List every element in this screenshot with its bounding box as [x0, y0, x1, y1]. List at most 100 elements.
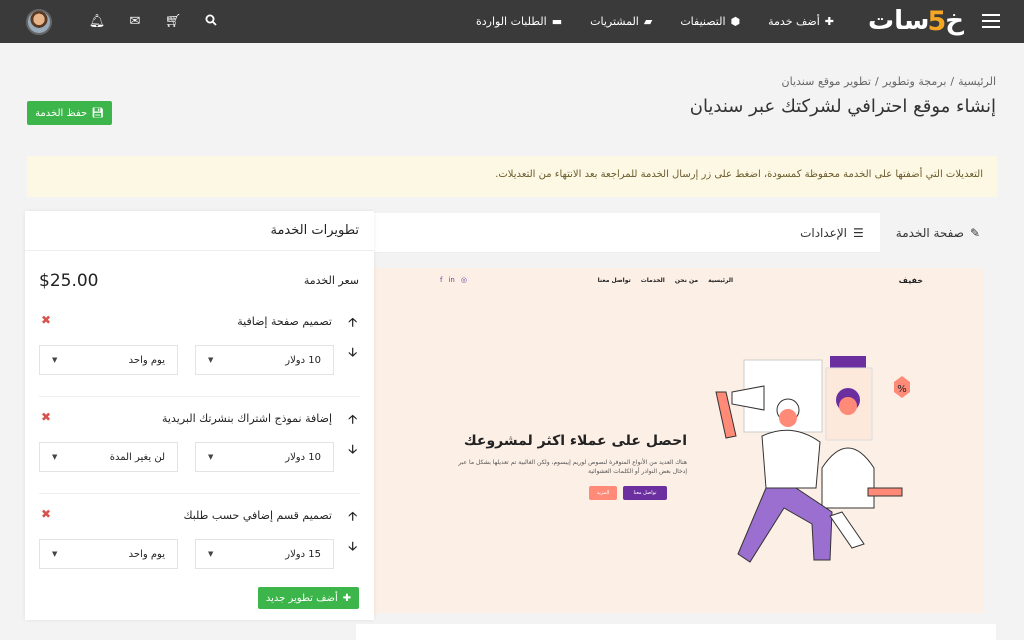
envelope-icon[interactable]: ✉ — [116, 14, 154, 29]
preview-subtext: هناك العديد من الأنواع المتوفرة لنصوص لو… — [458, 459, 687, 475]
tab-service-page[interactable]: ✎ صفحة الخدمة — [879, 213, 996, 253]
select-value: لن يغير المدة — [109, 451, 165, 463]
service-upgrades-panel: تطويرات الخدمة سعر الخدمة $25.00 🡡 🡣 تصم… — [25, 211, 374, 620]
preview-contact-button: تواصل معنا — [623, 486, 667, 500]
upgrade-duration-select[interactable]: لن يغير المدة ▼ — [39, 442, 178, 472]
preview-linkedin-icon: in — [448, 276, 455, 284]
preview-menu: الرئيسية من نحن الخدمات تواصل معنا — [598, 277, 733, 284]
move-up-icon[interactable]: 🡡 — [348, 507, 357, 528]
draft-notice: التعديلات التي أضفتها على الخدمة محفوظة … — [27, 156, 997, 197]
floppy-disk-icon: 💾︎ — [91, 107, 104, 119]
cart-icon[interactable]: 🛒︎ — [154, 14, 192, 29]
preview-menu-item: الرئيسية — [708, 277, 733, 284]
move-down-icon[interactable]: 🡣 — [348, 440, 357, 461]
preview-menu-item: الخدمات — [640, 277, 665, 284]
save-button-label: حفظ الخدمة — [35, 107, 88, 119]
caret-down-icon: ▼ — [52, 550, 58, 558]
preview-facebook-icon: f — [440, 276, 443, 284]
edit-icon: ✎ — [969, 226, 980, 240]
svg-text:%: % — [897, 384, 907, 395]
divider — [39, 493, 360, 494]
upgrade-duration-select[interactable]: يوم واحد ▼ — [39, 539, 178, 569]
nav-label: الطلبات الواردة — [475, 15, 547, 28]
service-price-row: سعر الخدمة $25.00 — [39, 271, 359, 291]
nav-label: أضف خدمة — [768, 15, 820, 28]
upgrade-duration-select[interactable]: يوم واحد ▼ — [39, 345, 178, 375]
breadcrumb-sep: / — [950, 75, 955, 88]
select-value: 10 دولار — [285, 451, 321, 463]
breadcrumb-category[interactable]: برمجة وتطوير — [883, 75, 947, 88]
breadcrumb: الرئيسية / برمجة وتطوير / تطوير موقع سند… — [782, 75, 996, 88]
folder-open-icon: ▰ — [643, 15, 653, 28]
service-preview-image: خفيف الرئيسية من نحن الخدمات تواصل معنا … — [374, 268, 983, 613]
move-down-icon[interactable]: 🡣 — [348, 537, 357, 558]
upgrade-item: 🡡 🡣 تصميم صفحة إضافية ✖ 10 دولار ▼ يوم وا… — [39, 313, 360, 403]
tab-settings[interactable]: ☰ الإعدادات — [784, 213, 880, 253]
upgrade-price-select[interactable]: 15 دولار ▼ — [195, 539, 334, 569]
preview-more-button: المزيد — [589, 486, 617, 500]
breadcrumb-sep: / — [874, 75, 879, 88]
service-tabs: ✎ صفحة الخدمة ☰ الإعدادات — [356, 213, 996, 253]
preview-headline: احصل على عملاء اكثر لمشروعك — [463, 433, 687, 449]
select-value: يوم واحد — [128, 548, 165, 560]
breadcrumb-home[interactable]: الرئيسية — [958, 75, 996, 88]
preview-social: f in ◎ — [440, 276, 467, 284]
tab-label: الإعدادات — [800, 226, 848, 240]
nav-label: المشتريات — [590, 15, 639, 28]
add-upgrade-label: أضف تطوير جديد — [265, 592, 338, 604]
truck-icon: ▬ — [551, 15, 563, 28]
caret-down-icon: ▼ — [52, 356, 58, 364]
add-upgrade-button[interactable]: ✚ أضف تطوير جديد — [258, 587, 359, 609]
divider — [39, 396, 360, 397]
nav-add-service[interactable]: ✚ أضف خدمة — [768, 15, 834, 28]
main-nav: ✚ أضف خدمة ⬢ التصنيفات ▰ المشتريات ▬ الطلبات… — [476, 0, 834, 43]
breadcrumb-current: تطوير موقع سنديان — [781, 75, 871, 88]
content-bottom — [356, 624, 996, 640]
upgrade-item: 🡡 🡣 تصميم قسم إضافي حسب طلبك ✖ 15 دولار ▼… — [39, 493, 360, 597]
menu-hamburger-icon[interactable] — [982, 14, 1000, 28]
user-tools: 🔔︎ ✉ 🛒︎ — [26, 0, 230, 43]
plus-icon: ✚ — [824, 15, 834, 28]
avatar[interactable] — [26, 8, 52, 35]
select-value: 10 دولار — [285, 354, 321, 366]
nav-incoming-orders[interactable]: ▬ الطلبات الواردة — [476, 15, 562, 28]
remove-icon[interactable]: ✖ — [41, 410, 51, 424]
remove-icon[interactable]: ✖ — [41, 507, 51, 521]
price-value: $25.00 — [39, 271, 99, 291]
move-down-icon[interactable]: 🡣 — [348, 343, 357, 364]
preview-menu-item: تواصل معنا — [597, 277, 631, 284]
select-value: يوم واحد — [128, 354, 165, 366]
nav-categories[interactable]: ⬢ التصنيفات — [680, 15, 740, 28]
preview-illustration: % — [715, 356, 910, 563]
caret-down-icon: ▼ — [208, 550, 214, 558]
remove-icon[interactable]: ✖ — [41, 313, 51, 327]
upgrade-title: إضافة نموذج اشتراك بنشرتك البريدية — [162, 412, 332, 425]
plus-icon: ✚ — [342, 592, 352, 604]
upgrade-price-select[interactable]: 10 دولار ▼ — [195, 442, 334, 472]
caret-down-icon: ▼ — [208, 453, 214, 461]
caret-down-icon: ▼ — [208, 356, 214, 364]
select-value: 15 دولار — [285, 548, 321, 560]
upgrade-item: 🡡 🡣 إضافة نموذج اشتراك بنشرتك البريدية ✖… — [39, 396, 360, 500]
save-service-button[interactable]: 💾︎ حفظ الخدمة — [27, 101, 112, 125]
upgrade-price-select[interactable]: 10 دولار ▼ — [195, 345, 334, 375]
move-up-icon[interactable]: 🡡 — [348, 410, 357, 431]
upgrade-title: تصميم قسم إضافي حسب طلبك — [183, 509, 332, 522]
bell-icon[interactable]: 🔔︎ — [78, 14, 116, 29]
nav-purchases[interactable]: ▰ المشتريات — [590, 15, 652, 28]
move-up-icon[interactable]: 🡡 — [348, 313, 357, 334]
sliders-icon: ☰ — [853, 226, 864, 240]
tab-label: صفحة الخدمة — [895, 226, 964, 240]
nav-label: التصنيفات — [680, 15, 726, 28]
upgrade-title: تصميم صفحة إضافية — [237, 315, 332, 328]
price-label: سعر الخدمة — [303, 274, 359, 287]
search-icon[interactable] — [192, 14, 230, 30]
top-navbar: خ 5 سات ✚ أضف خدمة ⬢ التصنيفات ▰ المشتريات ▬ ا… — [0, 0, 1024, 43]
site-logo[interactable]: خ 5 سات — [868, 4, 964, 38]
preview-instagram-icon: ◎ — [460, 276, 467, 284]
page-title: إنشاء موقع احترافي لشركتك عبر سنديان — [689, 96, 996, 117]
preview-brand: خفيف — [898, 276, 923, 285]
preview-menu-item: من نحن — [674, 277, 699, 284]
caret-down-icon: ▼ — [52, 453, 58, 461]
cubes-icon: ⬢ — [730, 15, 741, 28]
